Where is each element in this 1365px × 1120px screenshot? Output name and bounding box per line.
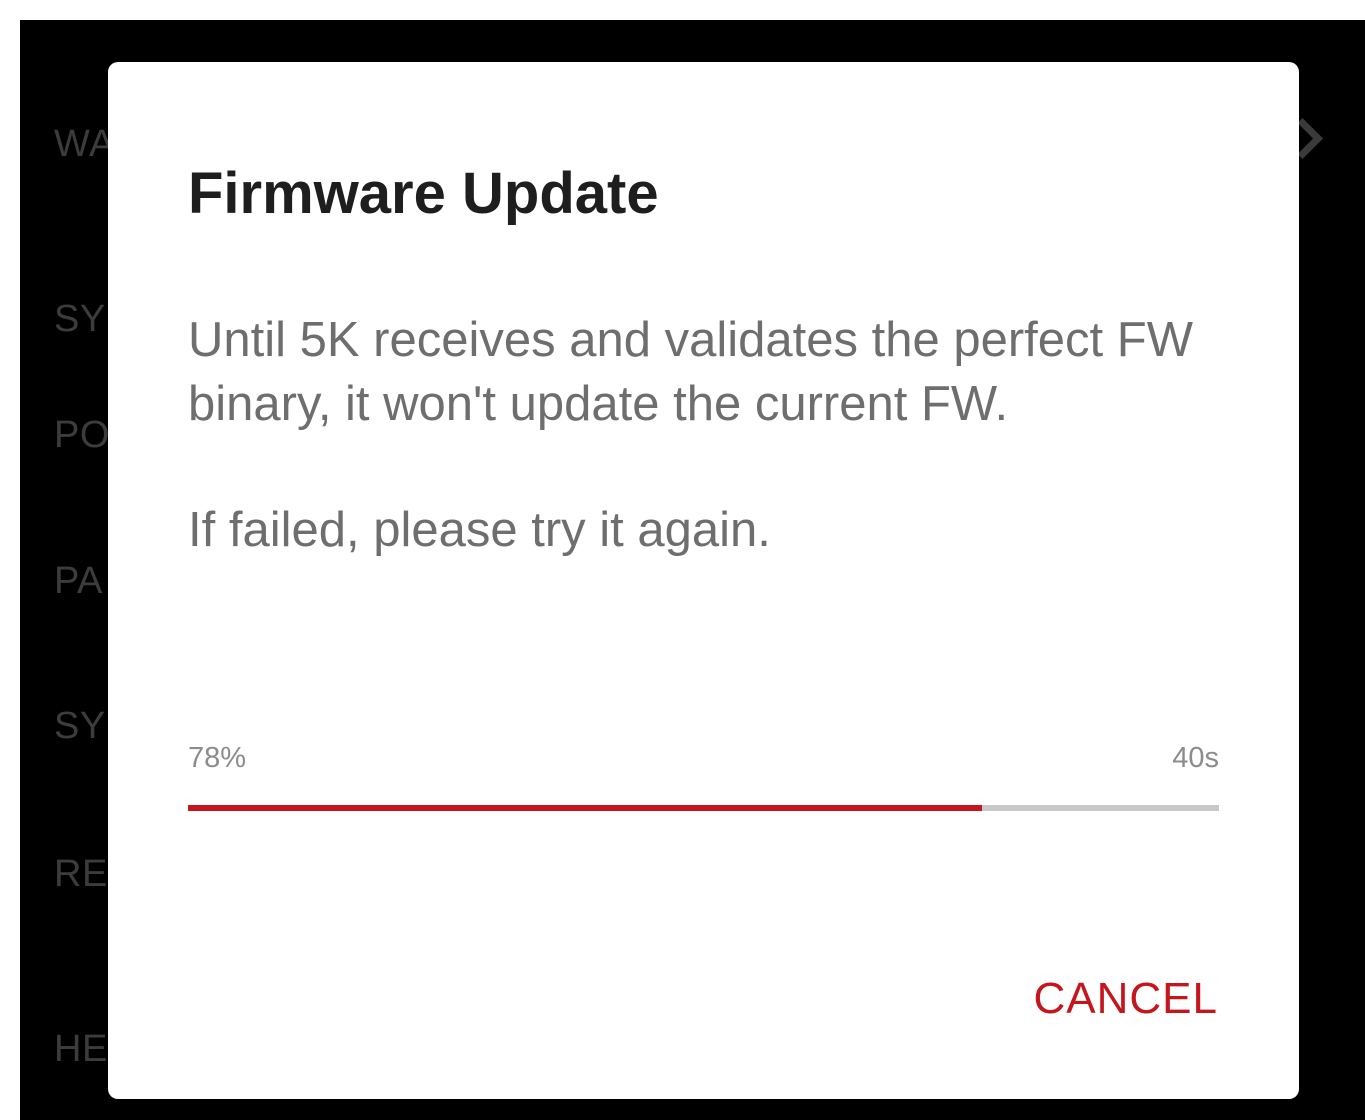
cancel-button[interactable]: CANCEL [1034, 974, 1219, 1024]
background-menu-item: WA [54, 123, 115, 165]
background-menu-item: SY [54, 705, 106, 747]
progress-percent: 78% [188, 742, 247, 774]
background-menu-item: SY [54, 298, 106, 340]
progress-time-remaining: 40s [1172, 742, 1219, 774]
background-menu-item: RE [54, 853, 108, 895]
message-text: Until 5K receives and validates the perf… [188, 313, 1193, 431]
background-menu-item: PA [54, 560, 103, 602]
progress-bar [188, 805, 1219, 811]
message-retry-text: If failed, please try it again. [188, 503, 771, 557]
progress-bar-fill [188, 805, 982, 811]
dialog-title: Firmware Update [188, 161, 659, 226]
background-menu-item: HE [54, 1028, 108, 1070]
firmware-update-dialog: Firmware Update Until 5K receives and va… [108, 62, 1299, 1099]
background-menu-item: PO [54, 414, 110, 456]
dialog-message: Until 5K receives and validates the perf… [188, 308, 1228, 562]
